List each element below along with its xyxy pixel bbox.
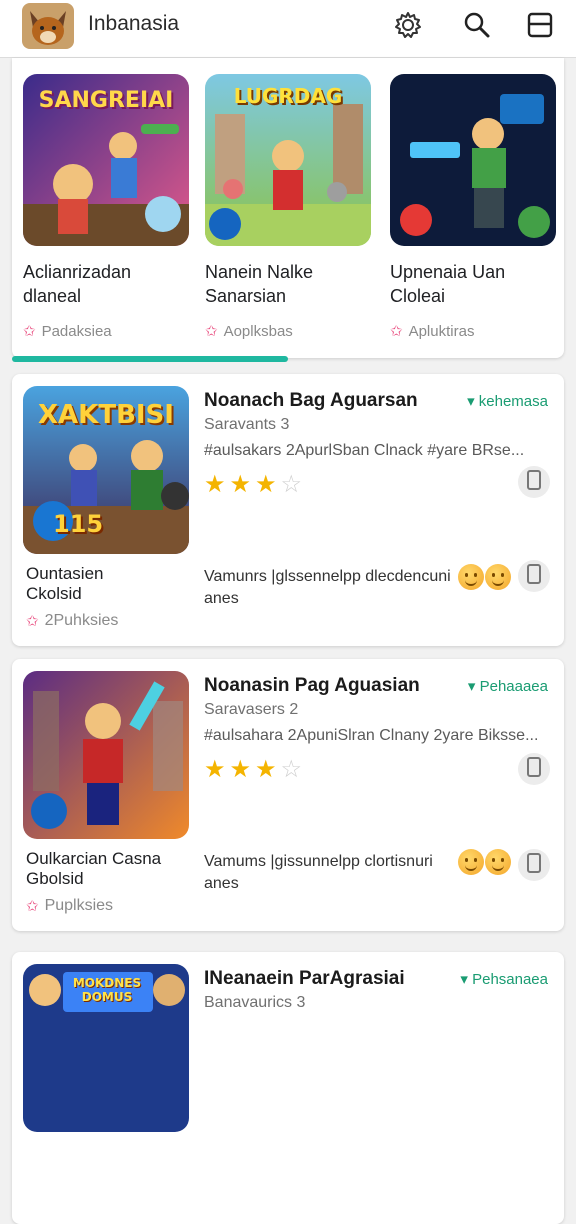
smile-emoji-icon (485, 849, 511, 875)
star-icon: ✩ (205, 323, 218, 340)
item-title: INeanaein ParAgrasiai (204, 968, 405, 989)
app-title: Inbanasia (88, 12, 180, 35)
search-icon (463, 11, 491, 44)
tile-art-title: LUGRDAG (233, 84, 343, 108)
featured-tile[interactable]: LUGRDAG Nanein Nalke Sanarsian ✩ Aoplksb… (205, 74, 371, 340)
item-meta: ✩ Puplksies (26, 897, 113, 915)
tile-meta: ✩ Aoplksbas (205, 322, 371, 341)
tile-meta-text: Padaksiea (41, 322, 112, 340)
art-badge: 115 (53, 510, 104, 538)
item-subtitle: Banavaurics 3 (204, 994, 306, 1011)
item-subtitle: Saravants 3 (204, 416, 290, 433)
star-icon: ★ (255, 471, 277, 498)
star-icon: ★ (229, 471, 252, 498)
featured-game-art (390, 74, 556, 246)
tile-art-title: SANGREIAI (38, 88, 174, 113)
carousel-progress-bar (12, 356, 288, 362)
art-title: XAKTBISI (38, 400, 174, 430)
featured-tile[interactable]: Upnenaia Uan Cloleai ✩ Apluktiras (390, 74, 556, 340)
item-promo-text: Vamunrs |glssennelpp dlecdencuni anes (204, 568, 451, 607)
item-tag: ▾ Pehaaaea (467, 678, 548, 695)
star-icon: ★ (204, 756, 226, 783)
settings-gear-icon (393, 10, 423, 45)
tile-meta-text: Apluktiras (408, 322, 475, 340)
list-item[interactable]: XAKTBISI 115 Noanach Bag Aguarsan ▾ kehe… (12, 374, 564, 646)
tile-title: Aclianrizadan dlaneal (23, 262, 132, 306)
star-outline-icon: ☆ (280, 471, 303, 498)
item-title: Noanasin Pag Aguasian (204, 675, 420, 696)
item-meta-text: 2Puhksies (44, 612, 119, 629)
item-tag: ▾ kehemasa (467, 393, 548, 410)
device-button[interactable] (518, 466, 550, 498)
phone-device-icon (527, 852, 541, 878)
featured-game-art: LUGRDAG (205, 74, 371, 246)
featured-carousel: SANGREIAI Aclianrizadan dlaneal ✩ Padaks… (12, 58, 564, 358)
star-icon: ✩ (26, 613, 39, 630)
list-item[interactable]: MOKDNES DOMUS INeanaein ParAgrasiai ▾ Pe… (12, 952, 564, 1224)
app-logo (22, 3, 74, 49)
tile-title: Upnenaia Uan Cloleai (390, 262, 506, 306)
item-description: #aulsakars 2ApurlSban Clnack #yare BRse.… (204, 442, 525, 459)
tile-meta-text: Aoplksbas (223, 322, 293, 340)
game-art (23, 671, 189, 839)
tile-meta: ✩ Apluktiras (390, 322, 556, 341)
item-title: Noanach Bag Aguarsan (204, 390, 418, 411)
smile-emoji-icon (458, 849, 484, 875)
game-art: XAKTBISI 115 (23, 386, 189, 554)
device-button[interactable] (518, 560, 550, 592)
star-icon: ★ (204, 471, 226, 498)
item-tag-text: Pehaaaea (479, 678, 548, 695)
star-icon: ✩ (23, 323, 36, 340)
tile-title: Nanein Nalke Sanarsian (205, 262, 314, 306)
item-meta-text: Puplksies (44, 897, 114, 914)
item-name: Ountasien Ckolsid (26, 564, 104, 603)
phone-device-icon (527, 469, 541, 495)
star-icon: ✩ (390, 323, 403, 340)
item-name: Oulkarcian Casna Gbolsid (26, 849, 162, 888)
menu-panel-icon (527, 12, 553, 43)
item-promo-text: Vamums |gissunnelpp clortisnuri anes (204, 853, 433, 892)
device-button[interactable] (518, 849, 550, 881)
item-meta: ✩ 2Puhksies (26, 612, 118, 630)
star-outline-icon: ☆ (280, 756, 303, 783)
featured-tile[interactable]: SANGREIAI Aclianrizadan dlaneal ✩ Padaks… (23, 74, 189, 340)
settings-button[interactable] (391, 10, 425, 44)
item-tag-text: Pehsanaea (472, 971, 548, 988)
featured-game-art: SANGREIAI (23, 74, 189, 246)
star-icon: ★ (255, 756, 277, 783)
item-subtitle: Saravasers 2 (204, 701, 299, 718)
star-icon: ★ (229, 756, 252, 783)
star-icon: ✩ (26, 898, 39, 915)
menu-button[interactable] (523, 10, 557, 44)
list-item[interactable]: Noanasin Pag Aguasian ▾ Pehaaaea Saravas… (12, 659, 564, 931)
top-app-bar: Inbanasia (0, 0, 576, 58)
item-tag: ▾ Pehsanaea (460, 971, 548, 988)
rating-stars: ★ ★ ★ ☆ (204, 470, 302, 499)
phone-device-icon (527, 563, 541, 589)
item-tag-text: kehemasa (478, 393, 548, 410)
game-art: MOKDNES DOMUS (23, 964, 189, 1132)
device-button[interactable] (518, 753, 550, 785)
rating-stars: ★ ★ ★ ☆ (204, 755, 302, 784)
art-title: MOKDNES DOMUS (72, 976, 142, 1004)
item-description: #aulsahara 2ApuniSlran Clnany 2yare Biks… (204, 727, 539, 744)
search-button[interactable] (460, 10, 494, 44)
smile-emoji-icon (458, 564, 484, 590)
tile-meta: ✩ Padaksiea (23, 322, 189, 341)
phone-device-icon (527, 756, 541, 782)
smile-emoji-icon (485, 564, 511, 590)
